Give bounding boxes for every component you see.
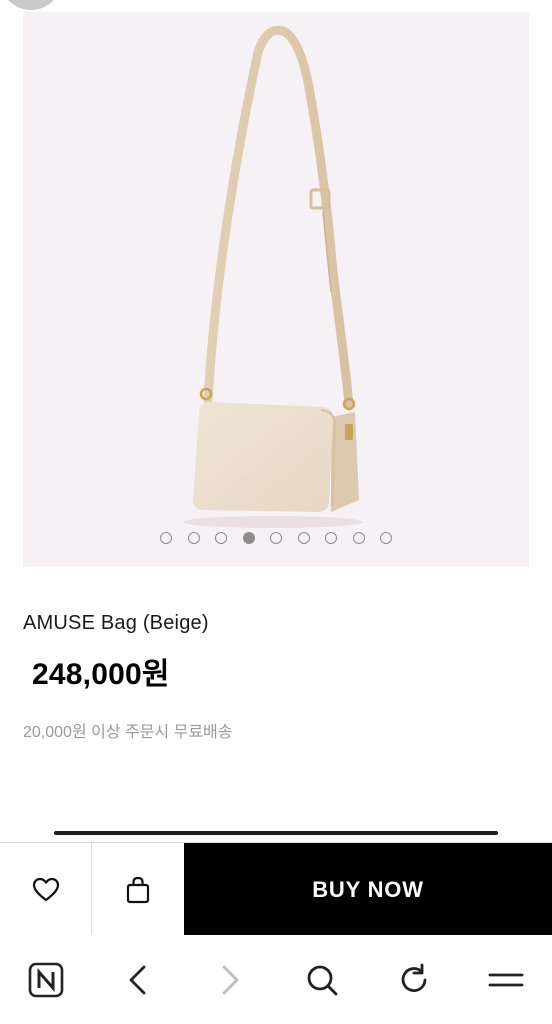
carousel-dot[interactable] bbox=[325, 532, 337, 544]
purchase-action-bar: BUY NOW bbox=[0, 842, 552, 936]
shipping-note: 20,000원 이상 주문시 무료배송 bbox=[23, 724, 233, 741]
menu-button[interactable] bbox=[476, 950, 536, 1010]
refresh-icon bbox=[401, 963, 427, 992]
back-button[interactable] bbox=[108, 950, 168, 1010]
carousel-dot-active[interactable] bbox=[242, 532, 255, 544]
forward-button[interactable] bbox=[200, 950, 260, 1010]
browser-navigation-bar bbox=[0, 935, 552, 1024]
product-price: 248,000원 bbox=[32, 658, 170, 691]
menu-icon bbox=[488, 973, 524, 986]
search-button[interactable] bbox=[292, 950, 352, 1010]
carousel-dot[interactable] bbox=[297, 532, 310, 544]
add-to-cart-button[interactable] bbox=[92, 843, 184, 936]
carousel-dots bbox=[23, 532, 529, 544]
forward-icon bbox=[222, 965, 239, 994]
bag-image bbox=[183, 25, 363, 528]
wishlist-button[interactable] bbox=[0, 843, 92, 936]
naver-home-icon bbox=[28, 962, 64, 997]
carousel-dot[interactable] bbox=[380, 532, 392, 544]
carousel-dot[interactable] bbox=[352, 532, 365, 544]
product-name: AMUSE Bag (Beige) bbox=[23, 612, 209, 634]
carousel-dot[interactable] bbox=[160, 532, 172, 544]
product-image-carousel[interactable] bbox=[23, 12, 529, 567]
buy-now-button[interactable]: BUY NOW bbox=[184, 843, 552, 936]
carousel-dot[interactable] bbox=[270, 532, 282, 544]
shopping-bag-icon bbox=[126, 876, 150, 903]
heart-icon bbox=[32, 877, 59, 901]
carousel-dot[interactable] bbox=[187, 532, 200, 544]
carousel-dot[interactable] bbox=[215, 532, 227, 544]
search-icon bbox=[307, 965, 338, 995]
floating-circle-button[interactable] bbox=[0, 0, 62, 10]
naver-home-button[interactable] bbox=[16, 950, 76, 1010]
refresh-button[interactable] bbox=[384, 950, 444, 1010]
scroll-indicator bbox=[54, 831, 498, 835]
back-icon bbox=[129, 965, 146, 994]
